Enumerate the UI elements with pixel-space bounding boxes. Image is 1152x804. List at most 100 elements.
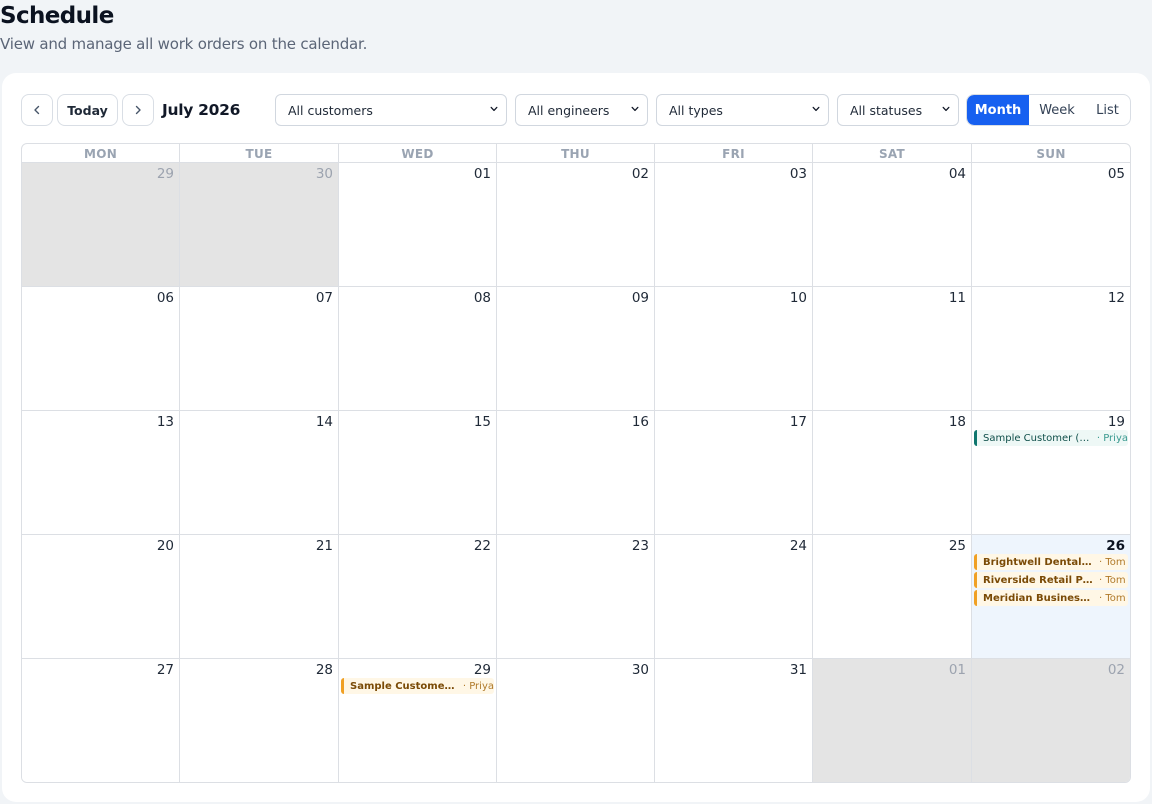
calendar-day[interactable]: 18 [813,411,972,534]
calendar-day[interactable]: 19 Sample Customer (D... · Priya [972,411,1130,534]
day-number: 19 [1107,414,1125,430]
day-number: 26 [1106,538,1125,554]
today-button[interactable]: Today [57,94,118,126]
event-customer: Sample Customer (D... [350,680,459,692]
day-number: 23 [631,538,649,554]
calendar-day[interactable]: 23 [497,535,655,658]
calendar-day-outside-month[interactable]: 29 [22,163,180,286]
calendar-day[interactable]: 04 [813,163,972,286]
event-customer: Brightwell Dental Pra... [983,556,1095,568]
engineer-filter-select[interactable]: All engineers [515,94,648,126]
work-order-event[interactable]: Meridian Business Ce... · Tom [974,590,1128,606]
calendar-day[interactable]: 21 [180,535,339,658]
status-filter-select[interactable]: All statuses [837,94,959,126]
work-order-event[interactable]: Sample Customer (D...· Priya [341,678,494,694]
previous-month-button[interactable] [21,94,53,126]
day-number: 11 [948,290,966,306]
event-customer: Riverside Retail Park [983,574,1095,586]
calendar-day[interactable]: 14 [180,411,339,534]
calendar-week-row: 272829Sample Customer (D...· Priya303101… [22,659,1130,782]
event-engineer: · Tom [1099,574,1126,586]
event-customer: Meridian Business Ce... [983,592,1095,604]
calendar-day[interactable]: 10 [655,287,813,410]
calendar-day[interactable]: 05 [972,163,1130,286]
month-calendar: MON TUE WED THU FRI SAT SUN 29 30 01 02 03 04 05 06 07… [21,143,1131,783]
calendar-day[interactable]: 29Sample Customer (D...· Priya [339,659,497,782]
calendar-day[interactable]: 24 [655,535,813,658]
calendar-weeks: 29 30 01 02 03 04 05 06 07 08 09 10 11 12 13 14 15 16 17 18… [22,163,1130,782]
calendar-day-outside-month[interactable]: 02 [972,659,1130,782]
weekday-header: FRI [655,144,813,163]
day-number: 13 [156,414,174,430]
calendar-day-outside-month[interactable]: 30 [180,163,339,286]
calendar-day[interactable]: 07 [180,287,339,410]
chevron-left-icon [34,105,40,115]
calendar-day[interactable]: 31 [655,659,813,782]
day-number: 29 [156,166,174,182]
day-number: 28 [315,662,333,678]
calendar-day[interactable]: 09 [497,287,655,410]
chevron-down-icon [942,106,950,112]
work-order-event[interactable]: Brightwell Dental Pra... · Tom [974,554,1128,570]
day-events: Brightwell Dental Pra...· TomRiverside R… [974,554,1128,608]
calendar-day[interactable]: 03 [655,163,813,286]
event-engineer: · Priya [1096,432,1128,444]
calendar-day[interactable]: 13 [22,411,180,534]
list-view-button[interactable]: List [1085,95,1130,125]
calendar-day[interactable]: 20 [22,535,180,658]
page-subtitle: View and manage all work orders on the c… [0,35,368,53]
calendar-day[interactable]: 01 [339,163,497,286]
calendar-day[interactable]: 30 [497,659,655,782]
calendar-day[interactable]: 28 [180,659,339,782]
day-number: 02 [1107,662,1125,678]
calendar-day[interactable]: 27 [22,659,180,782]
calendar-day-today[interactable]: 26Brightwell Dental Pra...· TomRiverside… [972,535,1130,658]
type-filter-select[interactable]: All types [656,94,829,126]
day-number: 17 [789,414,807,430]
calendar-day[interactable]: 25 [813,535,972,658]
calendar-week-row: 20 21 22 23 24 25 26 Brightwell Dental Pra... · … [22,535,1130,659]
month-view-button[interactable]: Month [967,95,1029,125]
customer-filter-value: All customers [288,102,373,118]
calendar-day[interactable]: 22 [339,535,497,658]
calendar-day[interactable]: 02 [497,163,655,286]
day-events: Sample Customer (D...· Priya [341,678,494,696]
calendar-day[interactable]: 12 [972,287,1130,410]
week-view-button[interactable]: Week [1029,95,1085,125]
event-customer: Sample Customer (D... [983,432,1093,444]
type-filter-value: All types [669,102,723,118]
customer-filter-select[interactable]: All customers [275,94,507,126]
work-order-event[interactable]: Sample Customer (D...· Priya [974,430,1128,446]
day-number: 01 [473,166,491,182]
day-number: 25 [948,538,966,554]
day-number: 12 [1107,290,1125,306]
calendar-week-row: 13 14 15 16 17 18 19 Sample Customer (D... · Pri… [22,411,1130,535]
event-engineer: · Priya [462,680,494,692]
calendar-day[interactable]: 08 [339,287,497,410]
day-number: 01 [948,662,966,678]
work-order-event[interactable]: Riverside Retail Park · Tom [974,572,1128,588]
calendar-week-row: 06 07 08 09 10 11 12 [22,287,1130,411]
calendar-day[interactable]: 15 [339,411,497,534]
calendar-day-outside-month[interactable]: 01 [813,659,972,782]
view-switcher: Month Week List [966,94,1131,126]
day-number: 18 [948,414,966,430]
calendar-day[interactable]: 11 [813,287,972,410]
current-month-label: July 2026 [162,101,241,119]
day-number: 27 [156,662,174,678]
calendar-day[interactable]: 16 [497,411,655,534]
day-number: 20 [156,538,174,554]
chevron-right-icon [135,105,141,115]
day-number: 09 [631,290,649,306]
day-number: 03 [789,166,807,182]
day-number: 29 [473,662,491,678]
calendar-day[interactable]: 06 [22,287,180,410]
calendar-day[interactable]: 17 [655,411,813,534]
day-number: 04 [948,166,966,182]
next-month-button[interactable] [122,94,154,126]
page-title: Schedule [0,3,114,29]
calendar-toolbar: Today July 2026 All customers All engine… [2,73,1150,143]
weekday-header: SAT [813,144,972,163]
weekday-header: THU [497,144,655,163]
day-number: 31 [789,662,807,678]
